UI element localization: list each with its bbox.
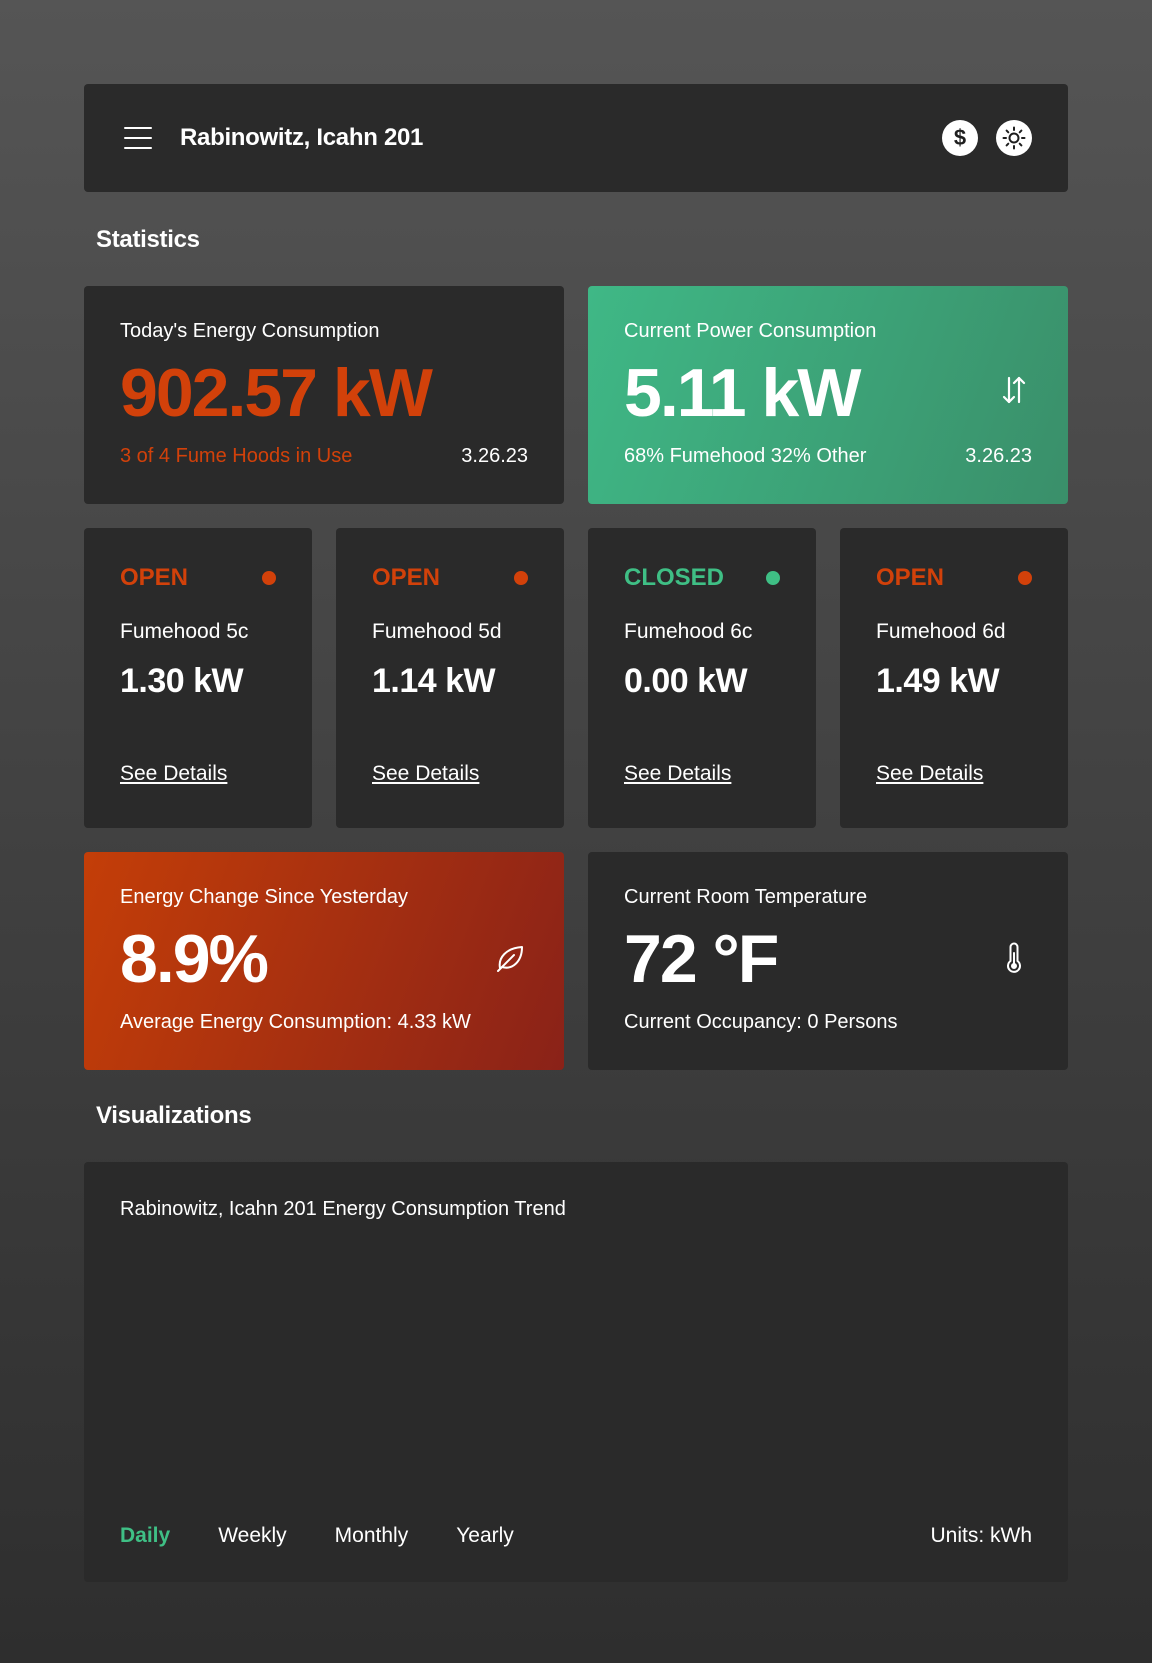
energy-today-label: Today's Energy Consumption [120,320,380,342]
thermometer-icon [996,940,1032,976]
menu-icon[interactable] [124,127,152,149]
status-dot [514,571,528,585]
fumehood-value: 1.49 kW [876,662,1000,700]
energy-trend-card: Rabinowitz, Icahn 201 Energy Consumption… [84,1162,1068,1582]
fumehood-card[interactable]: OPEN Fumehood 6d 1.49 kW See Details [840,528,1068,828]
fumehood-name: Fumehood 6d [876,620,1006,643]
room-temperature-label: Current Room Temperature [624,886,868,908]
dashboard: Rabinowitz, Icahn 201 $ Statistics Today… [84,84,1068,1582]
page-title: Rabinowitz, Icahn 201 [180,124,424,151]
top-bar: Rabinowitz, Icahn 201 $ [84,84,1068,192]
up-down-arrows-icon [996,372,1032,408]
status-dot [766,571,780,585]
fumehood-card[interactable]: CLOSED Fumehood 6c 0.00 kW See Details [588,528,816,828]
energy-today-card: Today's Energy Consumption 902.57 kW 3 o… [84,286,564,504]
leaf-icon [492,940,528,976]
fumehood-card[interactable]: OPEN Fumehood 5d 1.14 kW See Details [336,528,564,828]
energy-today-date: 3.26.23 [461,445,528,467]
power-current-card: Current Power Consumption 5.11 kW 68% Fu… [588,286,1068,504]
fumehood-card[interactable]: OPEN Fumehood 5c 1.30 kW See Details [84,528,312,828]
power-current-date: 3.26.23 [965,445,1032,467]
room-temperature-value: 72 °F [624,921,779,997]
statistics-heading: Statistics [96,226,200,253]
tab-weekly[interactable]: Weekly [218,1524,286,1548]
units-label: Units: kWh [930,1524,1032,1547]
power-current-label: Current Power Consumption [624,320,877,342]
period-tabs: Daily Weekly Monthly Yearly [120,1524,514,1548]
header-actions: $ [942,120,1032,156]
dollar-icon[interactable]: $ [942,120,978,156]
see-details-link[interactable]: See Details [372,762,479,786]
fumehood-name: Fumehood 5d [372,620,502,643]
status-dot [1018,571,1032,585]
power-current-value: 5.11 kW [624,355,862,431]
fumehood-status: OPEN [372,564,441,591]
energy-change-label: Energy Change Since Yesterday [120,886,408,908]
fumehood-value: 0.00 kW [624,662,748,700]
fumehood-status: CLOSED [624,564,725,591]
tab-daily[interactable]: Daily [120,1524,170,1548]
status-dot [262,571,276,585]
power-breakdown: 68% Fumehood 32% Other [624,445,867,467]
tab-monthly[interactable]: Monthly [335,1524,409,1548]
tab-yearly[interactable]: Yearly [456,1524,514,1548]
fumehood-name: Fumehood 5c [120,620,249,643]
visualizations-heading: Visualizations [96,1102,252,1129]
chart-title: Rabinowitz, Icahn 201 Energy Consumption… [120,1198,566,1220]
sun-icon[interactable] [996,120,1032,156]
fumehood-status: OPEN [120,564,189,591]
see-details-link[interactable]: See Details [876,762,983,786]
energy-today-value: 902.57 kW [120,355,433,431]
fumehood-value: 1.14 kW [372,662,496,700]
energy-change-card: Energy Change Since Yesterday 8.9% Avera… [84,852,564,1070]
summary-row: Today's Energy Consumption 902.57 kW 3 o… [84,286,1068,504]
fumehood-value: 1.30 kW [120,662,244,700]
average-energy-note: Average Energy Consumption: 4.33 kW [120,1011,471,1033]
room-temperature-card: Current Room Temperature 72 °F Current O… [588,852,1068,1070]
fumehood-status: OPEN [876,564,945,591]
see-details-link[interactable]: See Details [120,762,227,786]
environment-row: Energy Change Since Yesterday 8.9% Avera… [84,852,1068,1070]
fumehood-name: Fumehood 6c [624,620,753,643]
energy-change-value: 8.9% [120,921,269,997]
see-details-link[interactable]: See Details [624,762,731,786]
fumehood-row: OPEN Fumehood 5c 1.30 kW See Details OPE… [84,528,1068,828]
occupancy-note: Current Occupancy: 0 Persons [624,1011,898,1033]
fumehood-usage-note: 3 of 4 Fume Hoods in Use [120,445,353,467]
